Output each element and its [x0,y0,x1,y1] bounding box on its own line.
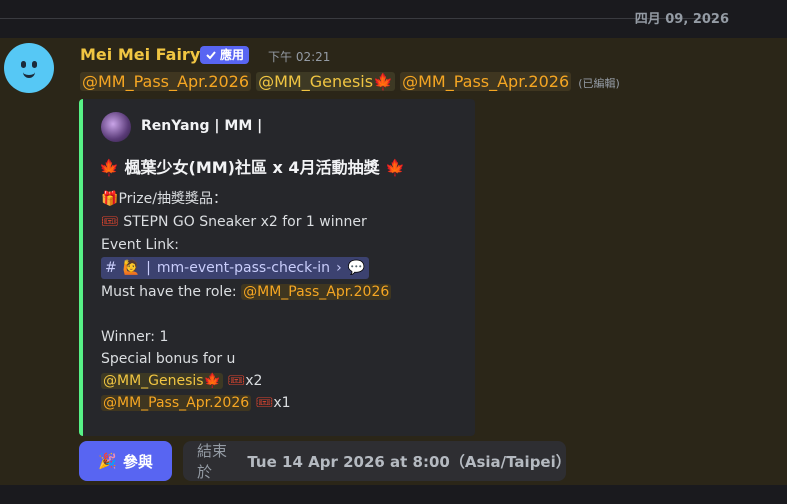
speech-bubble-icon: 💬 [347,260,366,276]
role-mention-label: @MM_Genesis [258,72,374,91]
ticket-icon: 🎟 [255,395,274,411]
bonus-qty: x2 [245,373,263,389]
hash-icon: # [105,260,117,276]
prize-label: Prize/抽獎獎品： [118,191,227,207]
ticket-icon: 🎟 [101,214,119,230]
join-button-label: 參與 [122,452,153,471]
channel-line: # 🙋 | mm-event-pass-check-in › 💬 [101,257,370,279]
winner-count: Winner: 1 [101,329,169,345]
maple-leaf-icon: 🍁 [99,158,119,177]
join-button[interactable]: 🎉 參與 [79,441,172,481]
party-popper-icon: 🎉 [98,452,117,470]
embed-title-text: 楓葉少女(MM)社區 x 4月活動抽獎 [124,158,380,177]
end-time-value: Tue 14 Apr 2026 at 8:00（Asia/Taipei） [247,452,571,471]
date-divider: 四月 09, 2026 [0,0,787,38]
chevron-right-icon: › [336,260,342,276]
raised-hand-icon: 🙋 [122,260,141,276]
end-time-button: 結束於 Tue 14 Apr 2026 at 8:00（Asia/Taipei） [183,441,571,481]
timestamp[interactable]: 下午 02:21 [268,48,330,65]
role-mention[interactable]: @MM_Pass_Apr.2026 [101,395,252,411]
gift-icon: 🎁 [101,191,119,207]
prize-line: 🎁Prize/抽獎獎品： [101,189,227,209]
embed-title: 🍁 楓葉少女(MM)社區 x 4月活動抽獎 🍁 [99,154,405,178]
message-content: @MM_Pass_Apr.2026 @MM_Genesis🍁 @MM_Pass_… [80,70,620,96]
end-time-prefix: 結束於 [197,442,228,481]
role-mention[interactable]: @MM_Genesis🍁 [256,72,395,91]
embed: RenYang | MM | 🍁 楓葉少女(MM)社區 x 4月活動抽獎 🍁 🎁… [79,99,475,436]
maple-leaf-icon: 🍁 [203,373,222,389]
channel-link[interactable]: # 🙋 | mm-event-pass-check-in › 💬 [101,257,370,279]
role-mention[interactable]: @MM_Genesis🍁 [101,373,224,389]
role-mention[interactable]: @MM_Pass_Apr.2026 [80,72,252,91]
ticket-icon: 🎟 [227,373,246,389]
role-mention[interactable]: @MM_Pass_Apr.2026 [241,284,392,300]
channel-separator: | [146,260,151,276]
app-badge-label: 應用 [220,48,245,62]
embed-author: RenYang | MM | [141,118,263,134]
divider-line [0,18,717,19]
embed-author-avatar [101,112,131,142]
avatar-eye-left [21,61,26,68]
bonus-label: Special bonus for u [101,351,236,367]
avatar-mouth [23,72,35,78]
author-name[interactable]: Mei Mei Fairy [80,45,200,64]
role-mention[interactable]: @MM_Pass_Apr.2026 [400,72,572,91]
maple-leaf-icon: 🍁 [385,158,406,177]
role-mention-label: @MM_Genesis [103,373,204,389]
event-link-label: Event Link: [101,237,179,253]
bonus-line: @MM_Pass_Apr.2026 🎟x1 [101,393,291,413]
avatar[interactable] [4,43,54,93]
bonus-line: @MM_Genesis🍁 🎟x2 [101,371,262,391]
bonus-qty: x1 [273,395,291,411]
avatar-eye-right [32,61,37,68]
date-text: 四月 09, 2026 [634,12,729,27]
role-requirement-line: Must have the role: @MM_Pass_Apr.2026 [101,282,392,302]
app-badge: 應用 [200,46,250,64]
channel-name: mm-event-pass-check-in [156,260,331,276]
prize-item: STEPN GO Sneaker x2 for 1 winner [123,214,367,230]
maple-leaf-icon: 🍁 [373,72,393,91]
role-label: Must have the role: [101,284,237,300]
prize-item-line: 🎟 STEPN GO Sneaker x2 for 1 winner [101,212,367,232]
edited-indicator: (已編輯) [578,77,620,90]
checkmark-icon [206,51,216,60]
